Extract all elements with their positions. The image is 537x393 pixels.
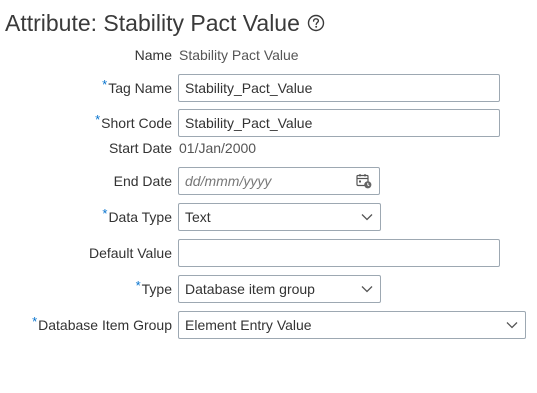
calendar-icon[interactable]: [355, 172, 373, 190]
end-date-row: End Date: [0, 167, 537, 195]
chevron-down-icon: [360, 282, 374, 296]
page-title: Attribute: Stability Pact Value: [5, 6, 325, 40]
start-date-label: Start Date: [108, 140, 172, 156]
tag-name-label: *Tag Name: [102, 77, 172, 96]
database-item-group-select[interactable]: Element Entry Value: [178, 311, 526, 339]
page-title-text: Attribute: Stability Pact Value: [5, 9, 300, 36]
short-code-row: *Short Code: [0, 109, 537, 137]
start-date-row: Start Date 01/Jan/2000: [0, 134, 537, 162]
required-marker: *: [95, 112, 101, 127]
data-type-row: *Data Type Text: [0, 203, 537, 231]
database-item-group-value: Element Entry Value: [185, 317, 312, 333]
required-marker: *: [102, 77, 108, 92]
tag-name-field[interactable]: [178, 74, 500, 102]
required-marker: *: [102, 206, 108, 221]
type-select[interactable]: Database item group: [178, 275, 381, 303]
end-date-label: End Date: [113, 173, 172, 189]
tag-name-input[interactable]: [185, 80, 493, 96]
data-type-value: Text: [185, 209, 211, 225]
help-icon[interactable]: [307, 14, 325, 32]
required-marker: *: [135, 278, 141, 293]
short-code-input[interactable]: [185, 115, 493, 131]
type-label: *Type: [135, 278, 172, 297]
tag-name-row: *Tag Name: [0, 74, 537, 102]
database-item-group-label: *Database Item Group: [32, 314, 172, 333]
end-date-input[interactable]: [185, 173, 355, 189]
chevron-down-icon: [360, 210, 374, 224]
end-date-field[interactable]: [178, 167, 380, 195]
chevron-down-icon: [505, 318, 519, 332]
required-marker: *: [32, 314, 38, 329]
database-item-group-row: *Database Item Group Element Entry Value: [0, 311, 537, 339]
default-value-row: Default Value: [0, 239, 537, 267]
name-row: Name Stability Pact Value: [0, 41, 537, 69]
type-row: *Type Database item group: [0, 275, 537, 303]
data-type-select[interactable]: Text: [178, 203, 381, 231]
default-value-label: Default Value: [88, 245, 172, 261]
data-type-label: *Data Type: [102, 206, 172, 225]
start-date-value: 01/Jan/2000: [179, 140, 257, 156]
default-value-input[interactable]: [185, 245, 493, 261]
type-value: Database item group: [185, 281, 315, 297]
name-label: Name: [134, 47, 172, 63]
default-value-field[interactable]: [178, 239, 500, 267]
short-code-label: *Short Code: [95, 112, 172, 131]
name-value: Stability Pact Value: [179, 47, 299, 63]
short-code-field[interactable]: [178, 109, 500, 137]
